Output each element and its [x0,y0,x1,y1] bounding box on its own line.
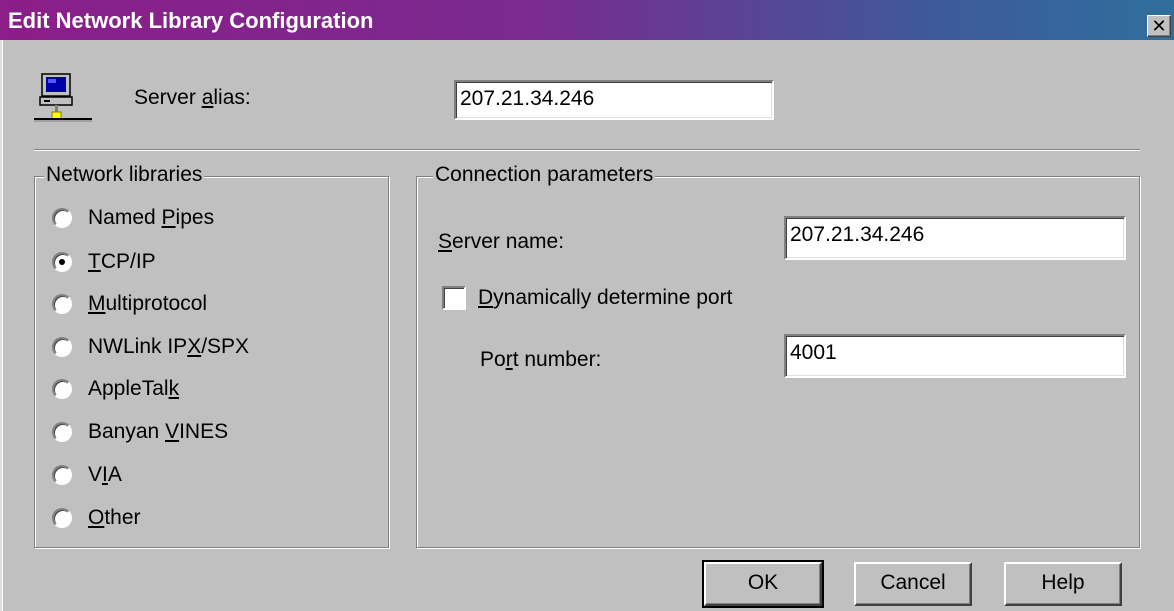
server-alias-label: Server alias: [134,86,251,109]
ok-button[interactable]: OK [702,560,824,608]
radio-button-selected[interactable] [52,252,72,272]
radio-label: Other [88,506,141,529]
radio-button[interactable] [52,379,72,399]
help-button[interactable]: Help [1004,562,1122,606]
radio-label: Named Pipes [88,206,215,229]
radio-label: NWLink IPX/SPX [88,335,250,358]
server-name-label: Server name: [438,230,565,253]
radio-button[interactable] [52,294,72,314]
cancel-button[interactable]: Cancel [854,562,972,606]
dynamic-port-checkbox[interactable] [442,286,466,310]
connection-parameters-title: Connection parameters [433,163,656,187]
radio-label: AppleTalk [88,377,180,400]
radio-label: VIA [88,463,122,486]
network-libraries-title: Network libraries [44,163,205,187]
radio-label: TCP/IP [88,250,156,273]
port-number-input[interactable]: 4001 [784,334,1126,378]
port-number-label: Port number: [480,348,602,371]
title-bar: Edit Network Library Configuration ✕ [0,0,1174,40]
radio-button[interactable] [52,422,72,442]
radio-button[interactable] [52,337,72,357]
close-icon: ✕ [1151,16,1167,36]
window-left-edge [0,40,3,611]
server-name-input[interactable]: 207.21.34.246 [784,216,1126,260]
radio-button[interactable] [52,508,72,528]
dynamic-port-label: Dynamically determine port [478,286,733,309]
close-button[interactable]: ✕ [1147,15,1171,37]
radio-label: Banyan VINES [88,420,229,443]
radio-button[interactable] [52,465,72,485]
computer-network-icon [34,73,92,122]
window-title: Edit Network Library Configuration [8,8,374,33]
server-alias-input[interactable]: 207.21.34.246 [454,80,774,120]
radio-label: Multiprotocol [88,292,208,315]
radio-dot [59,259,65,265]
separator [34,149,1140,151]
radio-button[interactable] [52,208,72,228]
